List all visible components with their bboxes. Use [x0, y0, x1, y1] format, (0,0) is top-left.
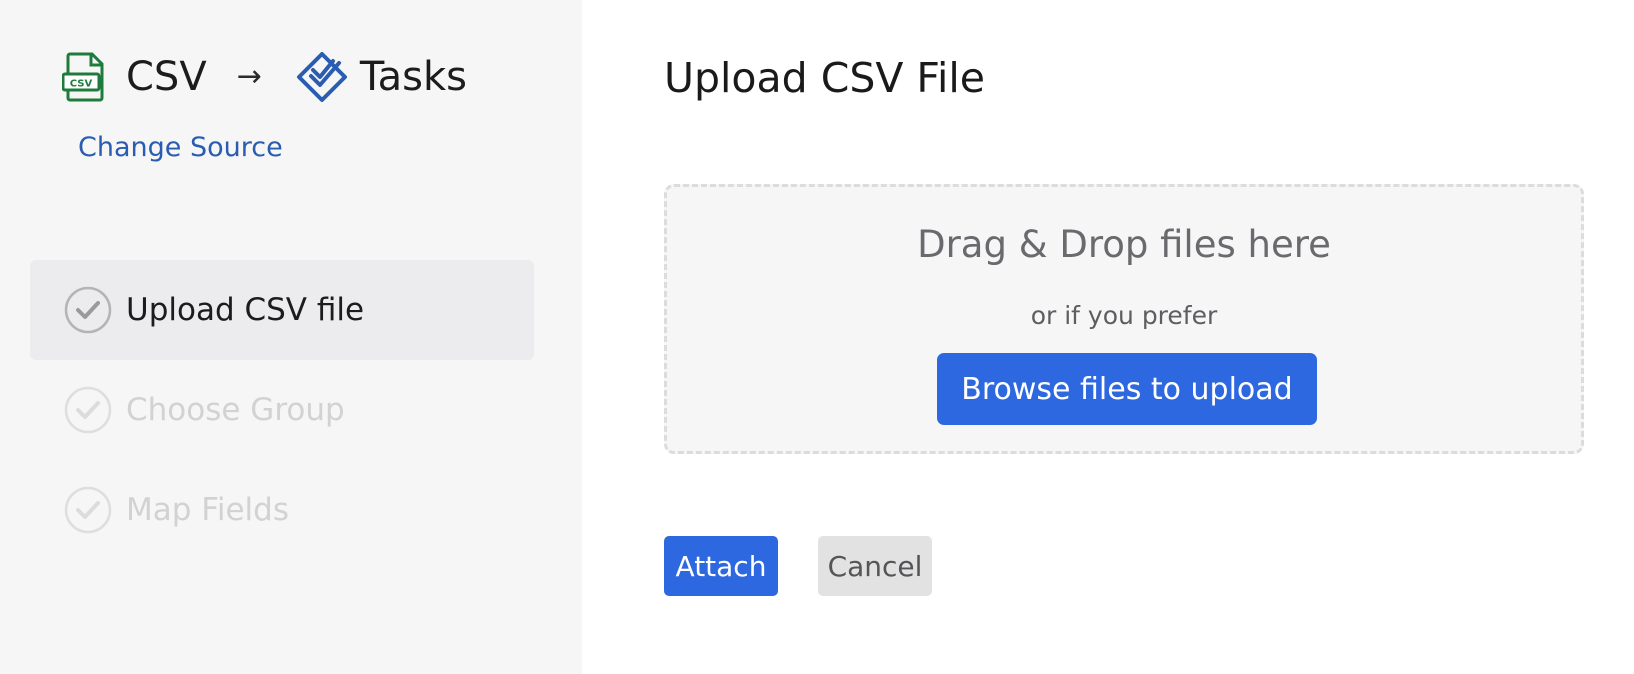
step-label: Upload CSV file — [126, 291, 365, 328]
main-panel: Upload CSV File Drag & Drop files here o… — [582, 0, 1634, 674]
wizard-steps: Upload CSV file Choose Group Map Fields — [30, 260, 534, 560]
dropzone-subtext: or if you prefer — [1030, 301, 1218, 330]
sidebar: CSV CSV → Tasks Change Source Upload CSV… — [0, 0, 582, 674]
cancel-button[interactable]: Cancel — [818, 536, 932, 596]
step-label: Choose Group — [126, 391, 345, 428]
step-upload-csv-file[interactable]: Upload CSV file — [30, 260, 534, 360]
check-circle-icon — [64, 386, 112, 434]
import-source-row: CSV CSV → Tasks — [62, 48, 467, 106]
attach-button[interactable]: Attach — [664, 536, 778, 596]
csv-file-icon-text: CSV — [70, 79, 93, 90]
arrow-right-icon: → — [236, 59, 262, 94]
source-label: CSV — [126, 54, 207, 100]
tasks-icon — [296, 52, 347, 102]
action-buttons: Attach Cancel — [664, 536, 932, 596]
step-choose-group[interactable]: Choose Group — [30, 360, 534, 460]
check-circle-icon — [64, 286, 112, 334]
csv-file-icon: CSV — [62, 52, 104, 102]
step-label: Map Fields — [126, 491, 289, 528]
check-circle-icon — [64, 486, 112, 534]
file-dropzone[interactable]: Drag & Drop files here or if you prefer … — [664, 184, 1584, 454]
dropzone-heading: Drag & Drop files here — [917, 223, 1331, 266]
import-wizard: CSV CSV → Tasks Change Source Upload CSV… — [0, 0, 1634, 674]
step-map-fields[interactable]: Map Fields — [30, 460, 534, 560]
browse-files-button[interactable]: Browse files to upload — [937, 353, 1317, 425]
page-title: Upload CSV File — [664, 54, 986, 102]
destination-label: Tasks — [359, 54, 467, 100]
change-source-link[interactable]: Change Source — [78, 132, 283, 163]
